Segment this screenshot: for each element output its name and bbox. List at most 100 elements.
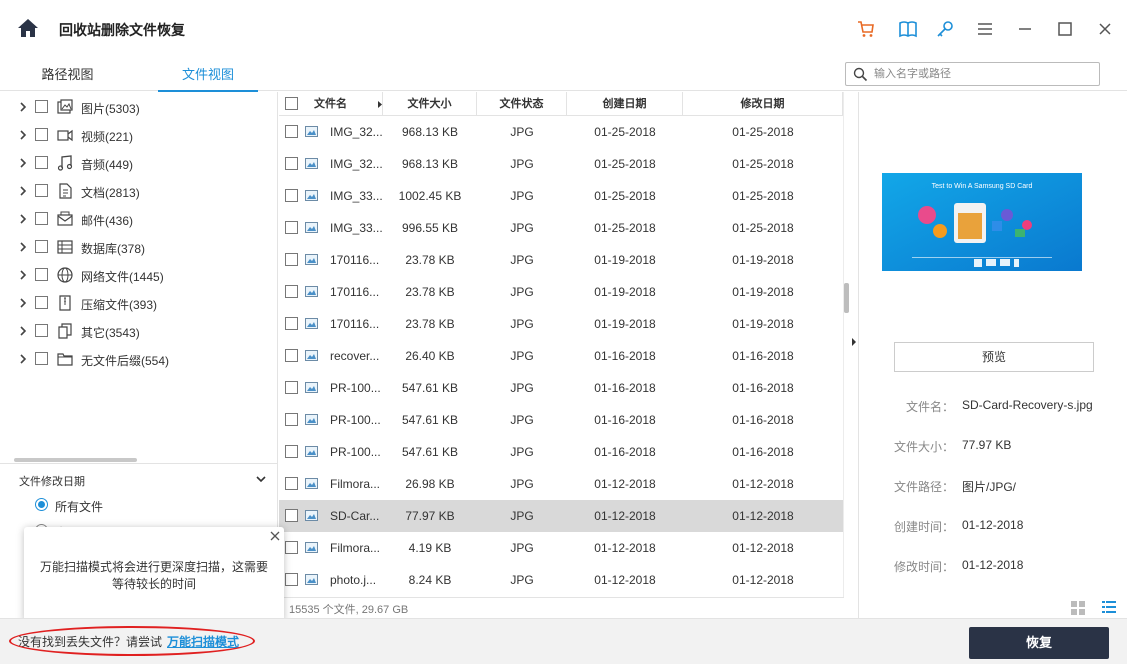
row-checkbox[interactable] bbox=[285, 477, 298, 490]
table-row[interactable]: recover... 26.40 KB JPG 01-16-2018 01-16-201… bbox=[279, 340, 844, 372]
expand-arrow-icon[interactable] bbox=[18, 297, 28, 309]
tab-path-view[interactable]: 路径视图 bbox=[0, 58, 135, 91]
tree-item-no-extension[interactable]: 无文件后缀(554) bbox=[0, 345, 278, 373]
column-header-created[interactable]: 创建日期 bbox=[567, 92, 683, 116]
home-icon[interactable] bbox=[17, 17, 39, 39]
cell-filesize: 968.13 KB bbox=[401, 125, 459, 139]
checkbox[interactable] bbox=[35, 212, 48, 225]
checkbox[interactable] bbox=[35, 324, 48, 337]
table-row[interactable]: IMG_32... 968.13 KB JPG 01-25-2018 01-25-201… bbox=[279, 116, 844, 148]
cart-icon[interactable] bbox=[855, 18, 877, 40]
table-row[interactable]: 170116... 23.78 KB JPG 01-19-2018 01-19-2018 bbox=[279, 244, 844, 276]
tree-item-other[interactable]: 其它(3543) bbox=[0, 317, 278, 345]
table-row[interactable]: Filmora... 26.98 KB JPG 01-12-2018 01-12-201… bbox=[279, 468, 844, 500]
table-row[interactable]: SD-Car... 77.97 KB JPG 01-12-2018 01-12-2018 bbox=[279, 500, 844, 532]
search-box[interactable] bbox=[845, 62, 1100, 86]
menu-icon[interactable] bbox=[974, 18, 996, 40]
expand-arrow-icon[interactable] bbox=[18, 129, 28, 141]
close-icon[interactable] bbox=[1094, 18, 1116, 40]
row-checkbox[interactable] bbox=[285, 125, 298, 138]
document-icon bbox=[59, 183, 72, 199]
checkbox[interactable] bbox=[35, 240, 48, 253]
table-row[interactable]: PR-100... 547.61 KB JPG 01-16-2018 01-16-201… bbox=[279, 436, 844, 468]
title-bar: 回收站删除文件恢复 bbox=[0, 0, 1127, 58]
table-row[interactable]: IMG_33... 996.55 KB JPG 01-25-2018 01-25-201… bbox=[279, 212, 844, 244]
maximize-icon[interactable] bbox=[1054, 18, 1076, 40]
tree-item-audio[interactable]: 音频(449) bbox=[0, 149, 278, 177]
row-checkbox[interactable] bbox=[285, 349, 298, 362]
mail-icon bbox=[57, 211, 73, 226]
expand-arrow-icon[interactable] bbox=[18, 325, 28, 337]
chevron-down-icon[interactable] bbox=[256, 474, 266, 484]
checkbox[interactable] bbox=[35, 296, 48, 309]
row-checkbox[interactable] bbox=[285, 157, 298, 170]
radio-all-files[interactable] bbox=[35, 498, 48, 511]
expand-arrow-icon[interactable] bbox=[18, 353, 28, 365]
table-row[interactable]: 170116... 23.78 KB JPG 01-19-2018 01-19-2018 bbox=[279, 308, 844, 340]
horizontal-scrollbar[interactable] bbox=[14, 458, 137, 462]
preview-button[interactable]: 预览 bbox=[894, 342, 1094, 372]
collapse-panel-icon[interactable] bbox=[851, 337, 857, 347]
table-row[interactable]: photo.j... 8.24 KB JPG 01-12-2018 01-12-2018 bbox=[279, 564, 844, 596]
tab-file-view[interactable]: 文件视图 bbox=[158, 58, 258, 92]
checkbox[interactable] bbox=[35, 184, 48, 197]
expand-arrow-icon[interactable] bbox=[18, 185, 28, 197]
book-icon[interactable] bbox=[897, 18, 919, 40]
cell-filename: 170116... bbox=[330, 317, 380, 331]
table-row[interactable]: IMG_32... 968.13 KB JPG 01-25-2018 01-25-201… bbox=[279, 148, 844, 180]
column-header-size[interactable]: 文件大小 bbox=[383, 92, 477, 116]
file-count-summary: 15535 个文件, 29.67 GB bbox=[289, 604, 409, 616]
column-header-modified[interactable]: 修改日期 bbox=[683, 92, 843, 116]
expand-arrow-icon[interactable] bbox=[18, 101, 28, 113]
cell-filename: 170116... bbox=[330, 285, 380, 299]
row-checkbox[interactable] bbox=[285, 285, 298, 298]
expand-arrow-icon[interactable] bbox=[18, 213, 28, 225]
checkbox[interactable] bbox=[35, 100, 48, 113]
checkbox[interactable] bbox=[35, 268, 48, 281]
checkbox[interactable] bbox=[35, 352, 48, 365]
tree-item-mail[interactable]: 邮件(436) bbox=[0, 205, 278, 233]
row-checkbox[interactable] bbox=[285, 189, 298, 202]
row-checkbox[interactable] bbox=[285, 413, 298, 426]
row-checkbox[interactable] bbox=[285, 381, 298, 394]
cell-status: JPG bbox=[510, 189, 534, 203]
image-file-icon bbox=[305, 382, 318, 393]
column-header-name[interactable]: 文件名 bbox=[304, 92, 383, 116]
tree-item-archives[interactable]: 压缩文件(393) bbox=[0, 289, 278, 317]
table-row[interactable]: PR-100... 547.61 KB JPG 01-16-2018 01-16-201… bbox=[279, 372, 844, 404]
cell-modified: 01-25-2018 bbox=[732, 157, 794, 171]
expand-arrow-icon[interactable] bbox=[18, 157, 28, 169]
checkbox[interactable] bbox=[35, 128, 48, 141]
row-checkbox[interactable] bbox=[285, 253, 298, 266]
tree-item-documents[interactable]: 文档(2813) bbox=[0, 177, 278, 205]
row-checkbox[interactable] bbox=[285, 445, 298, 458]
recover-button[interactable]: 恢复 bbox=[969, 627, 1109, 659]
info-value-filesize: 77.97 KB bbox=[962, 438, 1012, 452]
expand-arrow-icon[interactable] bbox=[18, 269, 28, 281]
row-checkbox[interactable] bbox=[285, 509, 298, 522]
tree-item-video[interactable]: 视频(221) bbox=[0, 121, 278, 149]
row-checkbox[interactable] bbox=[285, 317, 298, 330]
column-header-status[interactable]: 文件状态 bbox=[477, 92, 567, 116]
row-checkbox[interactable] bbox=[285, 573, 298, 586]
scrollbar-thumb[interactable] bbox=[844, 283, 849, 313]
select-all-checkbox[interactable] bbox=[285, 97, 298, 110]
expand-arrow-icon[interactable] bbox=[18, 241, 28, 253]
table-row[interactable]: Filmora... 4.19 KB JPG 01-12-2018 01-12-2018 bbox=[279, 532, 844, 564]
key-icon[interactable] bbox=[934, 18, 956, 40]
search-input[interactable] bbox=[874, 66, 1094, 82]
tree-item-web-files[interactable]: 网络文件(1445) bbox=[0, 261, 278, 289]
tree-item-database[interactable]: 数据库(378) bbox=[0, 233, 278, 261]
table-row[interactable]: 170116... 23.78 KB JPG 01-19-2018 01-19-2018 bbox=[279, 276, 844, 308]
row-checkbox[interactable] bbox=[285, 221, 298, 234]
preview-thumbnail: Test to Win A Samsung SD Card bbox=[882, 173, 1082, 271]
tree-item-images[interactable]: 图片(5303) bbox=[0, 93, 278, 121]
close-icon[interactable] bbox=[269, 530, 281, 542]
status-bar: 15535 个文件, 29.67 GB bbox=[279, 597, 844, 617]
minimize-icon[interactable] bbox=[1014, 18, 1036, 40]
table-row[interactable]: PR-100... 547.61 KB JPG 01-16-2018 01-16-201… bbox=[279, 404, 844, 436]
row-checkbox[interactable] bbox=[285, 541, 298, 554]
checkbox[interactable] bbox=[35, 156, 48, 169]
table-row[interactable]: IMG_33... 1002.45 KB JPG 01-25-2018 01-25-20… bbox=[279, 180, 844, 212]
image-file-icon bbox=[305, 158, 318, 169]
